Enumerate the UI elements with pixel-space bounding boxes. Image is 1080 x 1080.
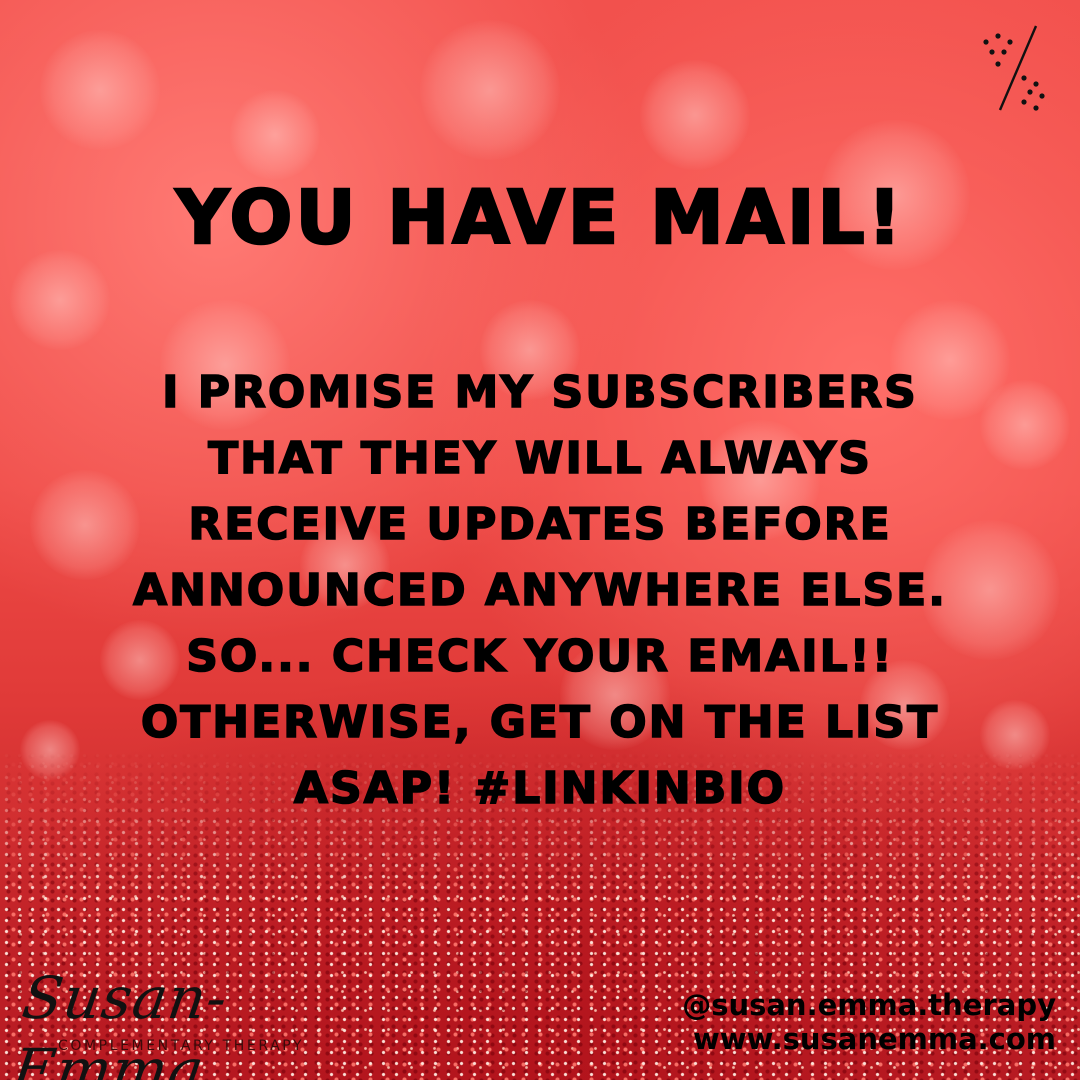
social-handle: @susan.emma.therapy [682, 988, 1056, 1022]
message-line: RECEIVE UPDATES BEFORE [188, 498, 892, 551]
contact-info: @susan.emma.therapy www.susanemma.com [536, 988, 1056, 1056]
message-body: I PROMISE MY SUBSCRIBERS THAT THEY WILL … [60, 360, 1020, 822]
message-line: ANNOUNCED ANYWHERE ELSE. [132, 564, 947, 617]
message-line: OTHERWISE, GET ON THE LIST [140, 696, 940, 749]
logo-tagline: COMPLEMENTARY THERAPY [58, 1038, 305, 1054]
message-line: I PROMISE MY SUBSCRIBERS [161, 366, 918, 419]
headline: YOU HAVE MAIL! [174, 175, 905, 261]
logo-name: Susan-Emma [8, 964, 233, 1080]
website-link: www.susanemma.com [693, 1022, 1056, 1056]
brand-logo: Susan-Emma COMPLEMENTARY THERAPY [8, 962, 344, 1080]
post-canvas: YOU HAVE MAIL! I PROMISE MY SUBSCRIBERS … [0, 0, 1080, 1080]
message-line: SO... CHECK YOUR EMAIL!! [185, 630, 894, 683]
percent-dots-icon [983, 25, 1045, 111]
message-line: THAT THEY WILL ALWAYS [207, 432, 872, 485]
message-line: ASAP! #LINKINBIO [293, 762, 787, 815]
